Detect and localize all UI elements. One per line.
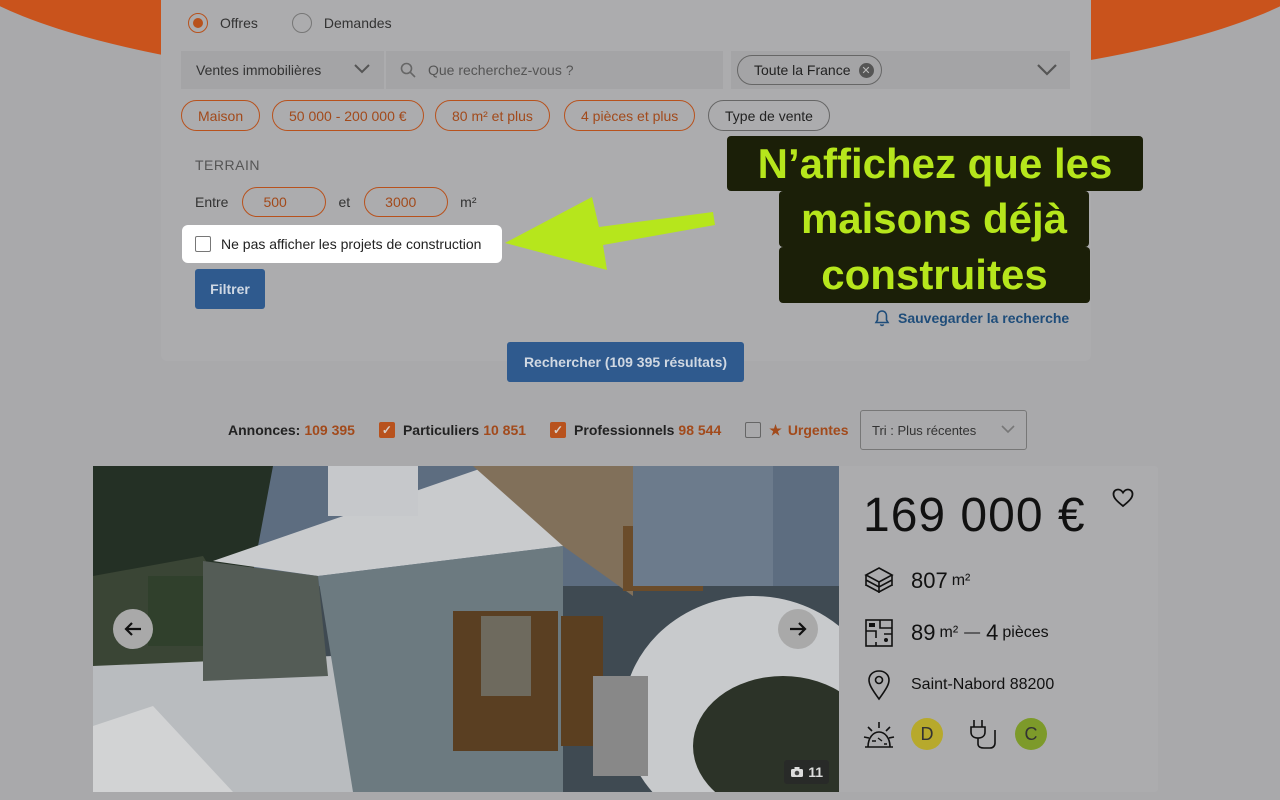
exclude-construction-option[interactable]: Ne pas afficher les projets de construct… xyxy=(182,225,502,263)
listing-price: 169 000 € xyxy=(863,489,1086,542)
callout-line-3: construites xyxy=(779,247,1090,303)
ads-label: Annonces: xyxy=(228,422,301,438)
energy-row: D C xyxy=(863,718,1047,750)
range-between-label: Entre xyxy=(195,194,229,210)
rooms-value: 4 xyxy=(986,620,999,645)
private-label[interactable]: Particuliers xyxy=(403,422,479,438)
location-value: Saint-Nabord 88200 xyxy=(911,676,1055,693)
pro-label[interactable]: Professionnels xyxy=(574,422,674,438)
next-photo-button[interactable] xyxy=(778,609,818,649)
land-area-icon xyxy=(863,566,895,596)
save-search-label: Sauvegarder la recherche xyxy=(898,310,1070,326)
filter-chip-sale-type[interactable]: Type de vente xyxy=(708,100,830,131)
private-checkbox[interactable]: ✓ xyxy=(378,422,395,438)
private-count: 10 851 xyxy=(483,422,527,438)
photo-count-value: 11 xyxy=(808,764,823,780)
search-input[interactable]: Que recherchez-vous ? xyxy=(386,51,723,89)
pro-checkbox[interactable]: ✓ xyxy=(550,422,567,438)
filter-chip-price[interactable]: 50 000 - 200 000 € xyxy=(272,100,424,131)
listing-card[interactable]: 11 169 000 € 807 m² 89 m² — 4 pièces Sai… xyxy=(93,466,1158,792)
search-icon xyxy=(400,62,416,78)
callout-line-2: maisons déjà xyxy=(779,191,1089,247)
sort-select[interactable]: Tri : Plus récentes xyxy=(860,410,1027,450)
rooms-label: pièces xyxy=(1002,624,1049,641)
search-button[interactable]: Rechercher (109 395 résultats) xyxy=(507,342,744,382)
arrow-left-icon xyxy=(124,622,141,636)
land-area-value: 807 xyxy=(911,568,948,593)
terrain-min-input[interactable]: 500 xyxy=(242,187,327,217)
land-area-row: 807 m² xyxy=(863,566,970,596)
close-icon[interactable]: ✕ xyxy=(858,63,874,78)
radio-requests-label[interactable]: Demandes xyxy=(324,15,392,31)
emissions-plug-icon xyxy=(967,718,999,750)
living-area-value: 89 xyxy=(911,620,936,645)
arrow-annotation-icon xyxy=(505,197,715,270)
location-row: Saint-Nabord 88200 xyxy=(863,669,1054,701)
radio-offers-label[interactable]: Offres xyxy=(220,15,258,31)
range-unit-label: m² xyxy=(460,194,477,210)
results-filter-bar: Annonces: 109 395 ✓ Particuliers 10 851 … xyxy=(228,411,849,449)
chevron-down-icon xyxy=(354,64,370,74)
listing-photo[interactable]: 11 xyxy=(93,466,839,792)
listing-info: 169 000 € 807 m² 89 m² — 4 pièces Saint-… xyxy=(863,466,1143,792)
pro-count: 98 544 xyxy=(678,422,722,438)
energy-performance-icon xyxy=(863,719,895,749)
urgent-checkbox[interactable] xyxy=(745,422,762,438)
area-rooms-separator: — xyxy=(964,624,981,641)
filter-chip-surface[interactable]: 80 m² et plus xyxy=(435,100,550,131)
ads-count: 109 395 xyxy=(304,422,355,438)
location-pin-icon xyxy=(863,669,895,701)
floor-plan-icon xyxy=(863,618,895,648)
ges-class-badge: C xyxy=(1015,718,1047,750)
star-icon: ★ xyxy=(769,421,782,438)
location-chip-label: Toute la France xyxy=(754,62,851,78)
photo-count-badge: 11 xyxy=(784,760,829,784)
exclude-construction-checkbox[interactable] xyxy=(195,236,211,252)
house-photo-image xyxy=(93,466,839,792)
filter-chip-type[interactable]: Maison xyxy=(181,100,261,131)
location-field[interactable]: Toute la France ✕ xyxy=(731,51,1070,89)
terrain-max-input[interactable]: 3000 xyxy=(364,187,449,217)
bell-icon xyxy=(874,310,890,327)
save-search-link[interactable]: Sauvegarder la recherche xyxy=(874,309,1069,327)
category-select[interactable]: Ventes immobilières xyxy=(181,51,384,89)
urgent-label[interactable]: Urgentes xyxy=(788,422,849,438)
terrain-range: Entre 500 et 3000 m² xyxy=(195,187,476,217)
filter-button[interactable]: Filtrer xyxy=(195,269,265,309)
energy-class-badge: D xyxy=(911,718,943,750)
terrain-section-title: TERRAIN xyxy=(195,157,260,173)
living-area-unit: m² xyxy=(939,624,959,641)
arrow-right-icon xyxy=(790,622,807,636)
offer-type-radios: Offres Demandes xyxy=(188,13,426,33)
range-and-label: et xyxy=(338,194,351,210)
exclude-construction-label: Ne pas afficher les projets de construct… xyxy=(221,236,482,252)
sort-select-value: Tri : Plus récentes xyxy=(872,422,977,438)
prev-photo-button[interactable] xyxy=(113,609,153,649)
radio-requests[interactable] xyxy=(291,13,312,33)
heart-icon[interactable] xyxy=(1112,488,1134,508)
callout-line-1: N’affichez que les xyxy=(727,136,1143,191)
camera-icon xyxy=(791,767,804,777)
land-area-unit: m² xyxy=(951,572,971,589)
chevron-down-icon xyxy=(1001,425,1015,434)
living-area-row: 89 m² — 4 pièces xyxy=(863,618,1049,648)
search-input-placeholder: Que recherchez-vous ? xyxy=(428,62,574,78)
chevron-down-icon[interactable] xyxy=(1036,63,1058,77)
radio-offers[interactable] xyxy=(188,13,208,33)
category-select-value: Ventes immobilières xyxy=(196,62,322,78)
filter-chip-rooms[interactable]: 4 pièces et plus xyxy=(564,100,696,131)
location-chip[interactable]: Toute la France ✕ xyxy=(737,55,882,85)
